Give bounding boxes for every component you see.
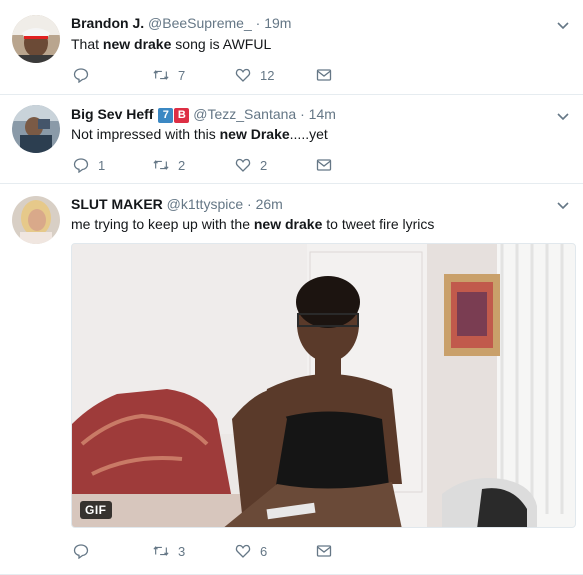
direct-message-button[interactable] [316, 157, 332, 173]
emoji-badge-b: B [174, 108, 190, 123]
separator: · [255, 15, 261, 31]
chevron-down-icon[interactable] [555, 197, 571, 213]
username[interactable]: @k1ttyspice [167, 196, 243, 212]
chevron-down-icon[interactable] [555, 108, 571, 124]
username[interactable]: @Tezz_Santana [193, 106, 296, 122]
display-name[interactable]: SLUT MAKER [71, 196, 163, 212]
username[interactable]: @BeeSupreme_ [148, 15, 252, 31]
like-count: 6 [260, 543, 268, 559]
reply-icon [73, 544, 89, 559]
like-button[interactable]: 6 [235, 543, 316, 559]
text-highlight: new drake [102, 36, 172, 52]
reply-button[interactable]: 1 [73, 157, 153, 173]
reply-icon [73, 158, 89, 173]
timestamp[interactable]: 26m [256, 196, 283, 212]
text-highlight: new drake [253, 216, 323, 232]
tweet-actions: 7 12 [73, 66, 332, 84]
display-name[interactable]: Big Sev Heff [71, 106, 153, 122]
text-segment: Not impressed with this [71, 126, 220, 142]
tweet-2[interactable]: Big Sev Heff 7B @Tezz_Santana · 14m Not … [0, 95, 583, 184]
avatar[interactable] [12, 105, 60, 153]
tweet-header: Big Sev Heff 7B @Tezz_Santana · 14m [71, 106, 336, 123]
timestamp[interactable]: 19m [264, 15, 291, 31]
gif-media[interactable]: GIF [71, 243, 576, 528]
tweet-3[interactable]: SLUT MAKER @k1ttyspice · 26m me trying t… [0, 184, 583, 575]
text-segment: me trying to keep up with the [71, 216, 254, 232]
text-segment: to tweet fire lyrics [322, 216, 435, 232]
heart-icon [235, 544, 251, 558]
tweet-text: That new drake song is AWFUL [71, 36, 271, 52]
envelope-icon [316, 159, 332, 171]
reply-button[interactable] [73, 543, 153, 559]
tweet-actions: 1 2 2 [73, 156, 332, 174]
display-name[interactable]: Brandon J. [71, 15, 144, 31]
like-count: 2 [260, 157, 268, 173]
like-button[interactable]: 12 [235, 67, 316, 83]
tweet-1[interactable]: Brandon J. @BeeSupreme_ · 19m That new d… [0, 0, 583, 95]
envelope-icon [316, 69, 332, 81]
text-highlight: new Drake [219, 126, 290, 142]
gif-frame-image [72, 244, 575, 527]
gif-badge: GIF [80, 501, 112, 519]
separator: · [247, 196, 252, 212]
like-button[interactable]: 2 [235, 157, 316, 173]
tweet-actions: 3 6 [73, 542, 332, 560]
heart-icon [235, 158, 251, 172]
like-count: 12 [260, 67, 275, 83]
reply-count: 1 [98, 157, 106, 173]
direct-message-button[interactable] [316, 67, 332, 83]
tweet-header: SLUT MAKER @k1ttyspice · 26m [71, 196, 283, 212]
retweet-button[interactable]: 7 [153, 67, 235, 83]
retweet-count: 2 [178, 157, 186, 173]
timestamp[interactable]: 14m [309, 106, 336, 122]
retweet-icon [153, 70, 169, 80]
tweet-header: Brandon J. @BeeSupreme_ · 19m [71, 15, 291, 31]
emoji-badge-7: 7 [158, 108, 174, 123]
tweet-text: me trying to keep up with the new drake … [71, 216, 434, 232]
separator: · [300, 106, 305, 122]
text-segment: That [71, 36, 103, 52]
retweet-button[interactable]: 2 [153, 157, 235, 173]
direct-message-button[interactable] [316, 543, 332, 559]
text-segment: .....yet [289, 126, 328, 142]
retweet-count: 3 [178, 543, 186, 559]
avatar[interactable] [12, 196, 60, 244]
retweet-button[interactable]: 3 [153, 543, 235, 559]
reply-button[interactable] [73, 67, 153, 83]
retweet-count: 7 [178, 67, 186, 83]
retweet-icon [153, 160, 169, 170]
chevron-down-icon[interactable] [555, 17, 571, 33]
tweet-text: Not impressed with this new Drake.....ye… [71, 126, 328, 142]
avatar[interactable] [12, 15, 60, 63]
reply-icon [73, 68, 89, 83]
envelope-icon [316, 545, 332, 557]
text-segment: song is AWFUL [171, 36, 272, 52]
heart-icon [235, 68, 251, 82]
retweet-icon [153, 546, 169, 556]
